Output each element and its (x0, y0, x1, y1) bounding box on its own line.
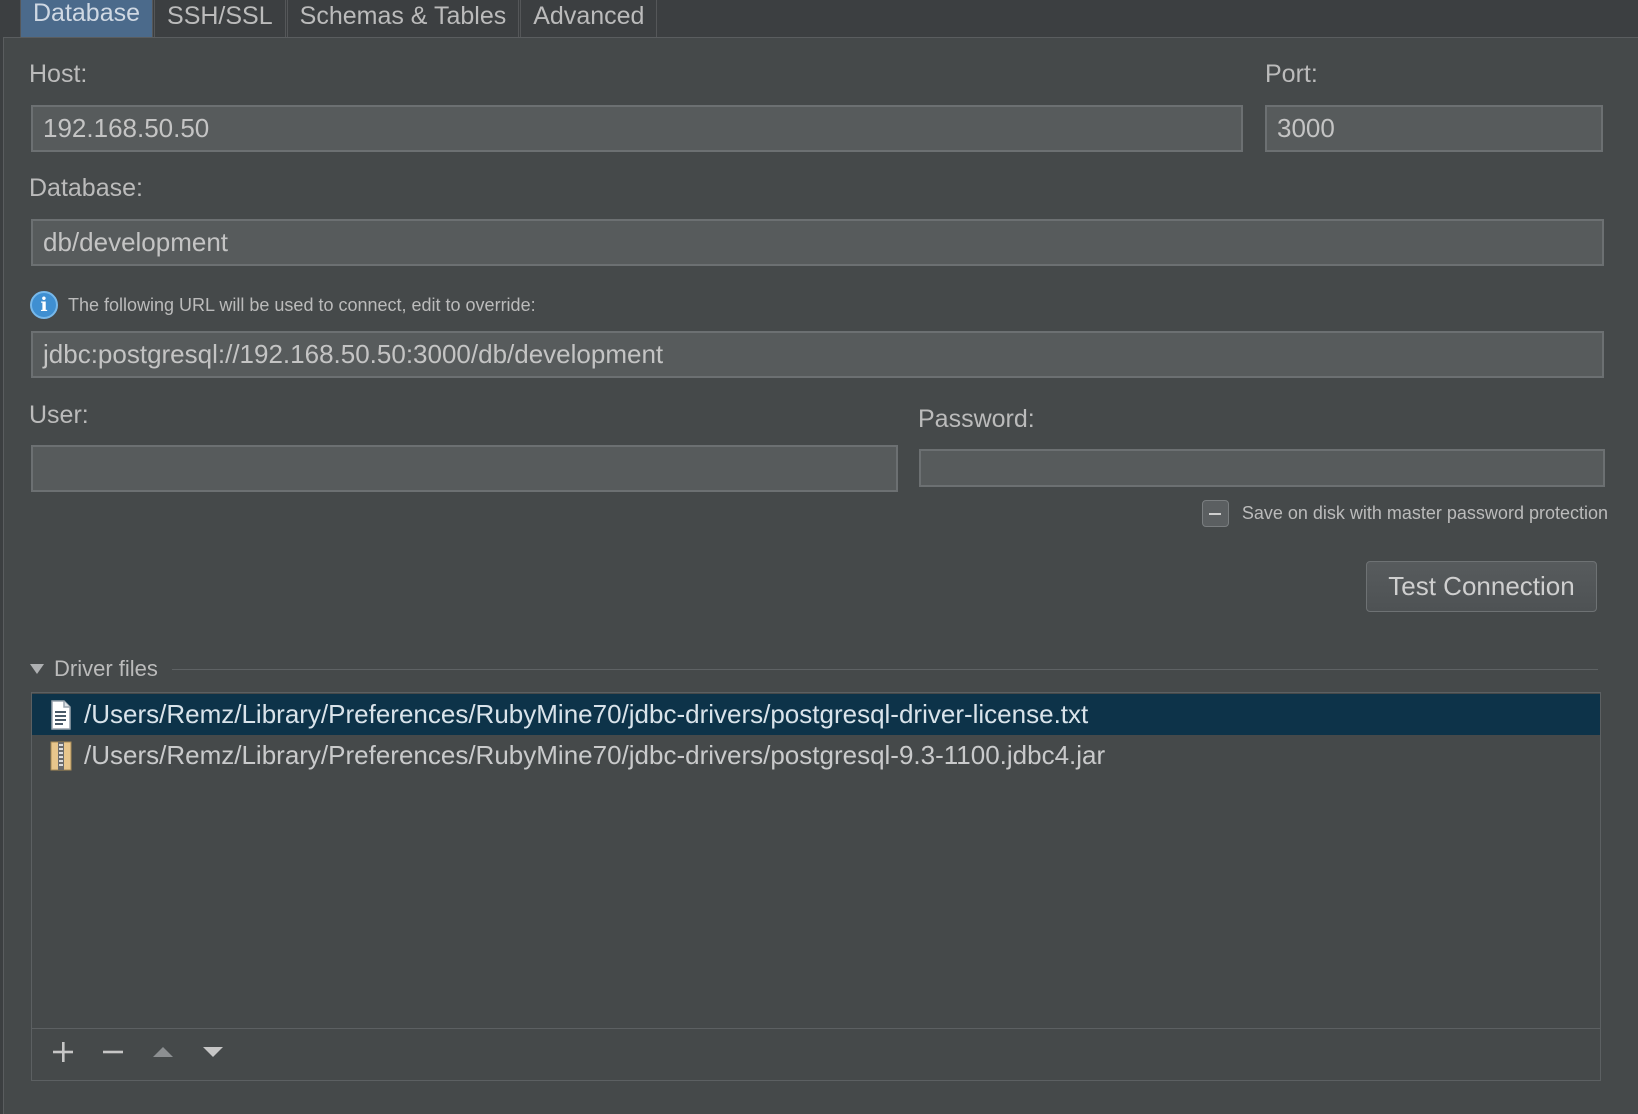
password-label: Password: (918, 405, 1035, 433)
save-password-option[interactable]: Save on disk with master password protec… (1201, 500, 1608, 527)
host-input[interactable]: 192.168.50.50 (31, 105, 1243, 152)
user-input[interactable] (31, 445, 898, 492)
add-button[interactable] (38, 1035, 88, 1075)
url-info-text: The following URL will be used to connec… (68, 294, 536, 315)
section-divider (171, 668, 1598, 670)
list-item[interactable]: /Users/Remz/Library/Preferences/RubyMine… (32, 735, 1600, 776)
driver-file-path: /Users/Remz/Library/Preferences/RubyMine… (84, 699, 1089, 729)
info-icon: i (30, 291, 58, 319)
remove-icon (102, 1041, 124, 1068)
collapse-triangle-icon[interactable] (30, 664, 44, 674)
driver-files-section-header[interactable]: Driver files (30, 655, 1598, 683)
tab-ssh-ssl[interactable]: SSH/SSL (154, 0, 286, 38)
move-up-button[interactable] (138, 1035, 188, 1075)
url-info: i The following URL will be used to conn… (30, 289, 536, 321)
test-connection-button[interactable]: Test Connection (1366, 561, 1597, 612)
database-label: Database: (29, 174, 143, 202)
move-up-icon (152, 1041, 174, 1068)
jar-archive-icon (50, 741, 72, 771)
save-password-label: Save on disk with master password protec… (1241, 503, 1608, 523)
data-source-dialog: Database SSH/SSL Schemas & Tables Advanc… (0, 0, 1638, 1114)
driver-files-title: Driver files (54, 656, 158, 681)
add-icon (52, 1041, 74, 1068)
database-input[interactable]: db/development (31, 219, 1604, 266)
port-input[interactable]: 3000 (1265, 105, 1603, 152)
remove-button[interactable] (88, 1035, 138, 1075)
driver-files-list: /Users/Remz/Library/Preferences/RubyMine… (31, 692, 1601, 1081)
url-input[interactable]: jdbc:postgresql://192.168.50.50:3000/db/… (31, 331, 1604, 378)
user-label: User: (29, 401, 89, 429)
save-password-checkbox[interactable] (1201, 500, 1229, 527)
list-item[interactable]: /Users/Remz/Library/Preferences/RubyMine… (32, 694, 1600, 735)
tab-database[interactable]: Database (20, 0, 154, 38)
password-input[interactable] (919, 449, 1605, 487)
tab-advanced[interactable]: Advanced (520, 0, 658, 38)
driver-files-toolbar (32, 1028, 1600, 1080)
port-label: Port: (1265, 60, 1318, 88)
move-down-button[interactable] (188, 1035, 238, 1075)
tab-bar: Database SSH/SSL Schemas & Tables Advanc… (0, 0, 658, 38)
text-file-icon (50, 699, 72, 730)
tab-schemas-tables[interactable]: Schemas & Tables (286, 0, 520, 38)
driver-file-path: /Users/Remz/Library/Preferences/RubyMine… (84, 740, 1106, 770)
host-label: Host: (29, 60, 88, 88)
move-down-icon (202, 1041, 224, 1068)
